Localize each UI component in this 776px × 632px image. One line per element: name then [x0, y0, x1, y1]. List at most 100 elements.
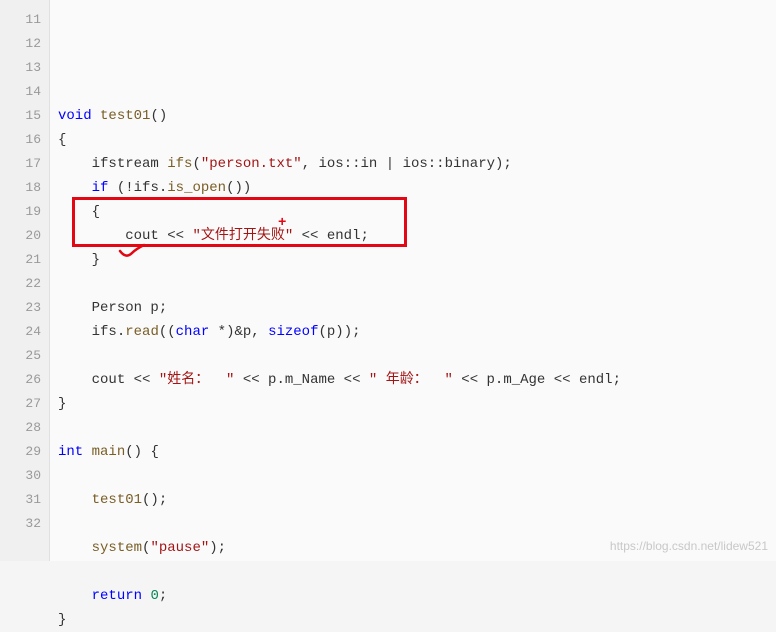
token-ident: ios	[403, 156, 428, 172]
code-line: int main() {	[58, 440, 776, 464]
line-number: 29	[0, 440, 49, 464]
token-punct	[58, 180, 92, 196]
token-str: " 年龄： "	[369, 372, 453, 388]
token-punct	[58, 324, 92, 340]
token-punct: ()	[150, 108, 167, 124]
token-kw: if	[92, 180, 109, 196]
token-punct: ;	[613, 372, 621, 388]
line-number: 32	[0, 512, 49, 536]
code-line	[58, 560, 776, 584]
token-punct: (!	[108, 180, 133, 196]
token-ident: ifs	[134, 180, 159, 196]
token-ident: endl	[327, 228, 361, 244]
token-str: "pause"	[150, 540, 209, 556]
token-ident: Person	[92, 300, 142, 316]
token-punct: }	[58, 612, 66, 628]
token-str: "文件打开失败"	[192, 228, 293, 244]
code-line	[58, 416, 776, 440]
line-number: 18	[0, 176, 49, 200]
token-punct	[58, 228, 125, 244]
code-line: {	[58, 200, 776, 224]
token-ident: cout	[125, 228, 159, 244]
token-punct: );	[209, 540, 226, 556]
code-line: }	[58, 608, 776, 632]
code-line: }	[58, 248, 776, 272]
line-number: 11	[0, 8, 49, 32]
token-num: 0	[150, 588, 158, 604]
token-op: <<	[335, 372, 369, 388]
token-op: <<	[159, 228, 193, 244]
token-punct: p;	[142, 300, 167, 316]
token-op: <<	[125, 372, 159, 388]
token-punct: ;	[360, 228, 368, 244]
token-ident: ifstream	[92, 156, 159, 172]
code-line: cout << "文件打开失败" << endl;	[58, 224, 776, 248]
token-punct: ::	[428, 156, 445, 172]
code-line	[58, 272, 776, 296]
token-kw: int	[58, 444, 83, 460]
token-kw: return	[92, 588, 142, 604]
token-kw: char	[176, 324, 210, 340]
token-punct	[58, 540, 92, 556]
token-punct: .	[117, 324, 125, 340]
token-punct: }	[58, 252, 100, 268]
token-ident: in	[361, 156, 378, 172]
token-punct	[58, 372, 92, 388]
line-number: 23	[0, 296, 49, 320]
code-line: void test01()	[58, 104, 776, 128]
line-number: 27	[0, 392, 49, 416]
line-number: 22	[0, 272, 49, 296]
code-line: ifs.read((char *)&p, sizeof(p));	[58, 320, 776, 344]
token-op: |	[377, 156, 402, 172]
token-str: "姓名： "	[159, 372, 235, 388]
token-punct	[58, 156, 92, 172]
token-punct	[58, 588, 92, 604]
watermark-text: https://blog.csdn.net/lidew521	[610, 539, 768, 553]
line-number: 31	[0, 488, 49, 512]
token-punct: .	[159, 180, 167, 196]
token-punct: *)&p,	[209, 324, 268, 340]
code-line	[58, 464, 776, 488]
code-line: cout << "姓名： " << p.m_Name << " 年龄： " <<…	[58, 368, 776, 392]
token-punct: (	[192, 156, 200, 172]
token-ident: p	[487, 372, 495, 388]
token-op: <<	[545, 372, 579, 388]
token-fn: system	[92, 540, 142, 556]
code-line: return 0;	[58, 584, 776, 608]
token-punct	[58, 300, 92, 316]
line-number: 21	[0, 248, 49, 272]
token-punct: (p));	[319, 324, 361, 340]
line-number: 28	[0, 416, 49, 440]
token-punct: }	[58, 396, 66, 412]
line-number: 26	[0, 368, 49, 392]
token-fn: test01	[92, 492, 142, 508]
line-number: 15	[0, 104, 49, 128]
code-line: test01();	[58, 488, 776, 512]
token-punct	[58, 492, 92, 508]
token-fn: read	[125, 324, 159, 340]
token-op: <<	[234, 372, 268, 388]
token-punct	[83, 444, 91, 460]
token-fn: ifs	[167, 156, 192, 172]
token-ident: endl	[579, 372, 613, 388]
token-punct: {	[58, 204, 100, 220]
token-op: <<	[293, 228, 327, 244]
token-punct: .	[276, 372, 284, 388]
token-fn: main	[92, 444, 126, 460]
token-op: <<	[453, 372, 487, 388]
line-number: 13	[0, 56, 49, 80]
token-punct	[159, 156, 167, 172]
line-number: 20	[0, 224, 49, 248]
line-number: 25	[0, 344, 49, 368]
code-editor: 1112131415161718192021222324252627282930…	[0, 0, 776, 561]
token-punct: );	[495, 156, 512, 172]
token-punct: ;	[159, 588, 167, 604]
token-ident: m_Name	[285, 372, 335, 388]
token-ident: cout	[92, 372, 126, 388]
token-punct: ((	[159, 324, 176, 340]
code-line: Person p;	[58, 296, 776, 320]
line-number: 19	[0, 200, 49, 224]
line-number: 17	[0, 152, 49, 176]
line-number: 30	[0, 464, 49, 488]
token-punct: ();	[142, 492, 167, 508]
